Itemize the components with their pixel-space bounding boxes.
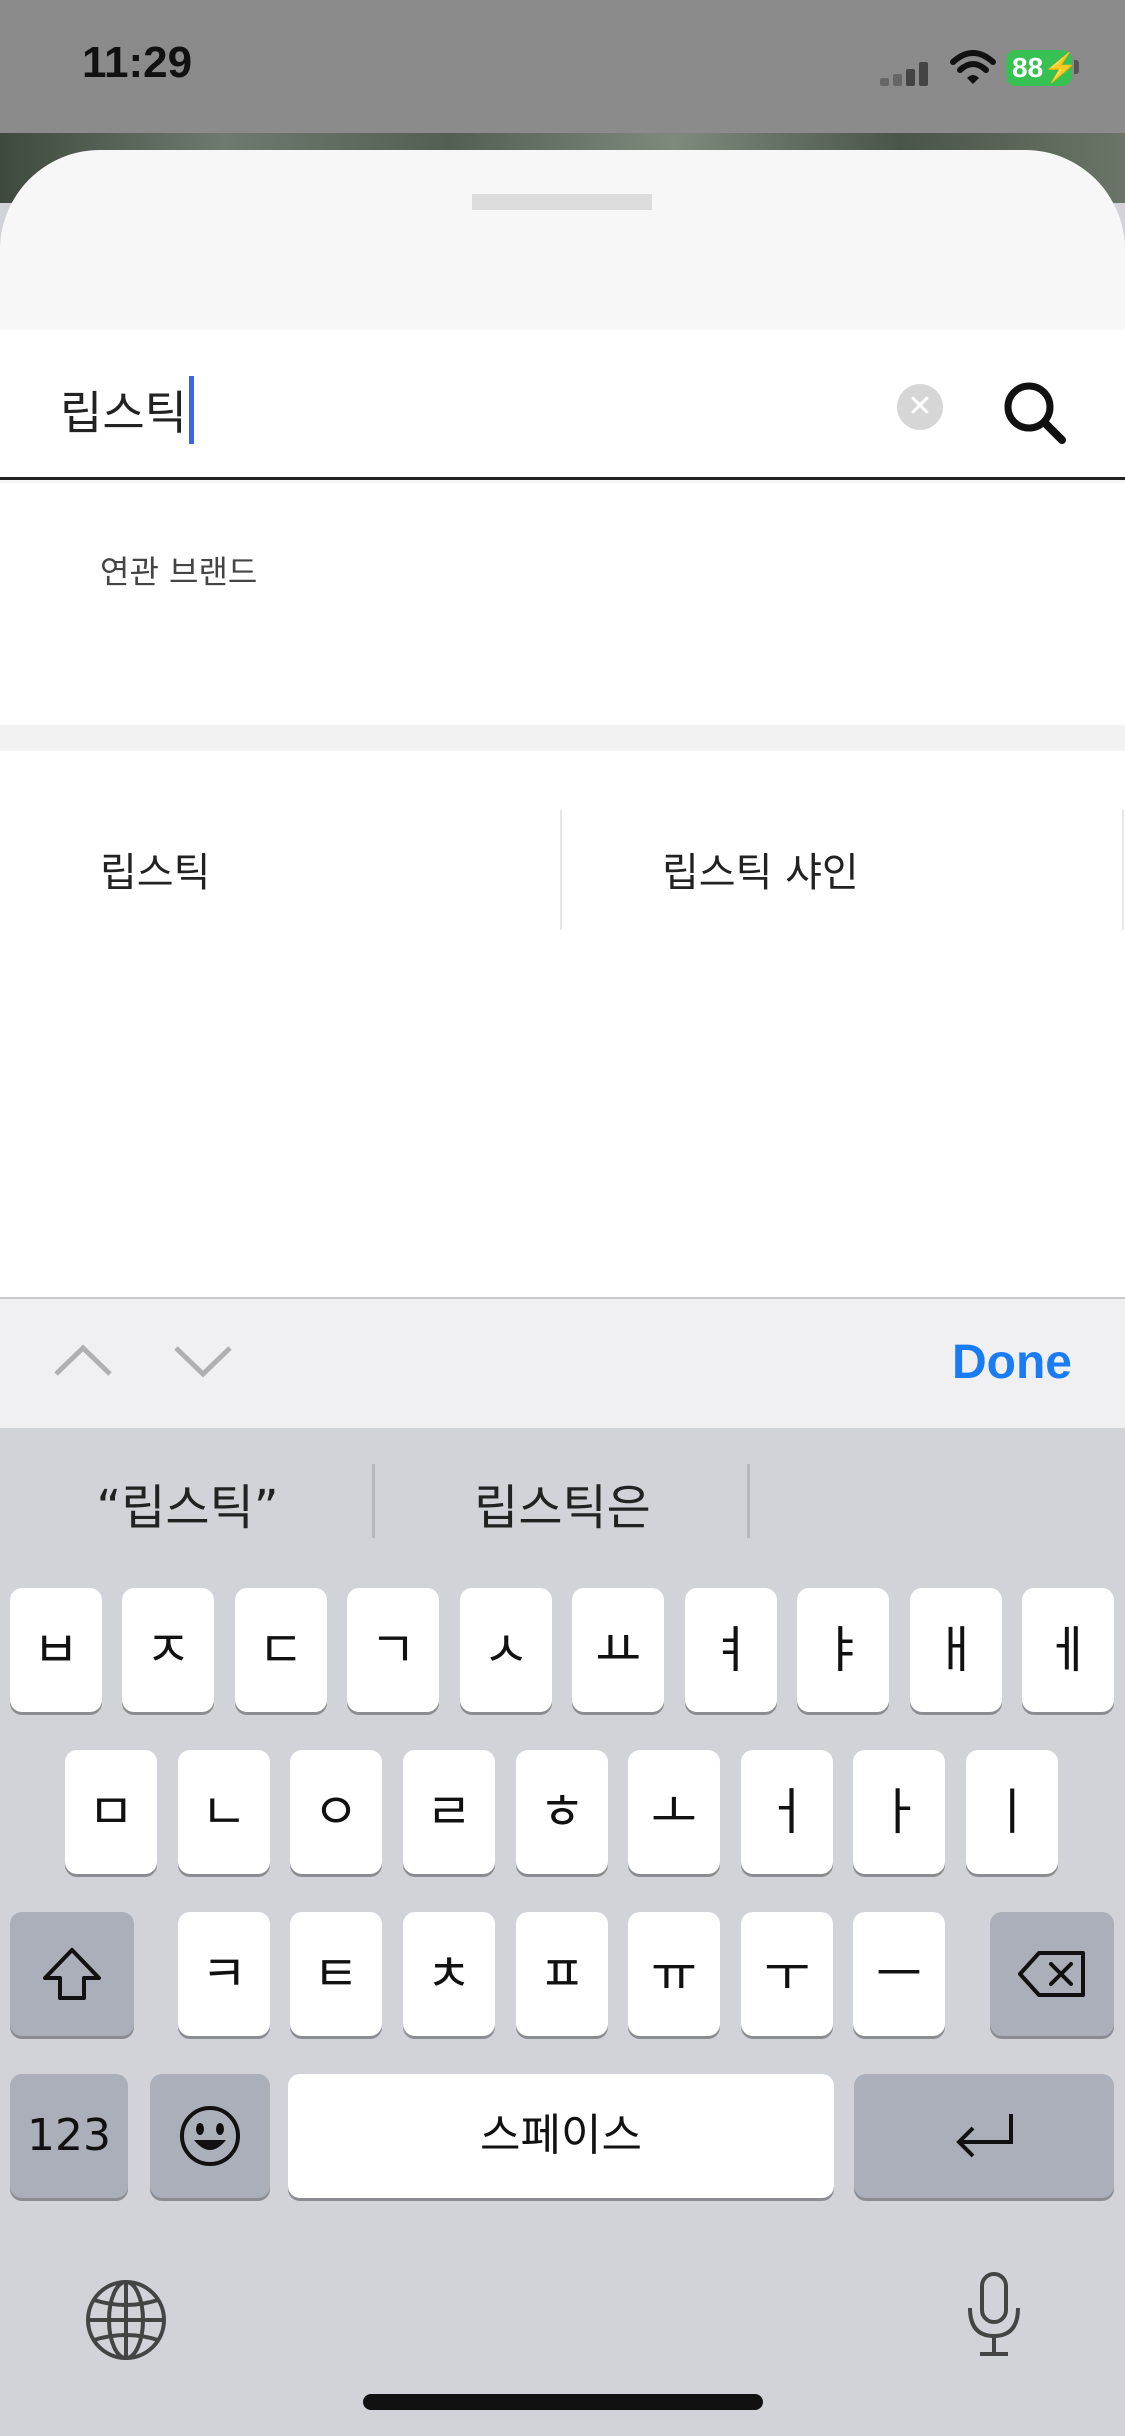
chevron-up-icon[interactable] [52,1340,114,1380]
numbers-key[interactable]: 123 [10,2074,128,2198]
key[interactable]: ㄹ [403,1750,495,1874]
key[interactable]: ㅇ [290,1750,382,1874]
related-brands-label: 연관 브랜드 [100,553,258,591]
prediction-divider [372,1464,375,1538]
prediction-item[interactable]: 립스틱은 [385,1468,740,1538]
battery-icon: 88⚡ [1006,50,1078,86]
cellular-signal-icon [880,60,932,86]
key[interactable]: ㅡ [853,1912,945,2036]
prediction-item[interactable]: “립스틱” [20,1468,355,1538]
suggestion-divider [1122,810,1124,930]
key[interactable]: ㅔ [1022,1588,1114,1712]
key[interactable]: ㅂ [10,1588,102,1712]
key[interactable]: ㅋ [178,1912,270,2036]
emoji-icon [180,2106,240,2166]
battery-tip [1074,60,1079,74]
status-time: 11:29 [82,38,193,87]
chevron-down-icon[interactable] [172,1342,234,1382]
suggestion-item[interactable]: 립스틱 [100,840,210,898]
key[interactable]: ㅓ [741,1750,833,1874]
text-caret [188,376,194,444]
key[interactable]: ㄱ [347,1588,439,1712]
key[interactable]: ㅎ [516,1750,608,1874]
key[interactable]: ㅣ [966,1750,1058,1874]
key[interactable]: ㅁ [65,1750,157,1874]
wifi-icon [950,50,996,84]
key[interactable]: ㅗ [628,1750,720,1874]
key[interactable]: ㅏ [853,1750,945,1874]
battery-level: 88 [1012,52,1044,83]
sheet-grabber[interactable] [472,194,652,210]
return-icon [956,2114,1013,2158]
key[interactable]: ㅠ [628,1912,720,2036]
key[interactable]: ㅌ [290,1912,382,2036]
key[interactable]: ㅐ [910,1588,1002,1712]
key[interactable]: ㅅ [460,1588,552,1712]
return-key[interactable] [854,2074,1114,2198]
key[interactable]: ㄴ [178,1750,270,1874]
key[interactable]: ㅜ [741,1912,833,2036]
emoji-key[interactable] [150,2074,270,2198]
globe-icon[interactable] [84,2278,168,2362]
key[interactable]: ㅕ [685,1588,777,1712]
search-query-text: 립스틱 [60,386,187,440]
done-button[interactable]: Done [952,1335,1072,1390]
shift-icon [43,1948,101,2000]
prediction-divider [747,1464,750,1538]
suggestion-item[interactable]: 립스틱 샤인 [662,840,859,898]
key[interactable]: ㅑ [797,1588,889,1712]
key[interactable]: ㅊ [403,1912,495,2036]
key[interactable]: ㅛ [572,1588,664,1712]
section-divider [0,725,1125,751]
key[interactable]: ㄷ [235,1588,327,1712]
microphone-icon[interactable] [964,2270,1024,2360]
space-key[interactable]: 스페이스 [288,2074,834,2198]
key[interactable]: ㅍ [516,1912,608,2036]
search-icon[interactable] [1000,378,1070,448]
clear-icon[interactable]: ✕ [897,384,943,430]
search-input[interactable]: 립스틱 [60,376,194,444]
home-indicator [363,2394,763,2410]
suggestion-divider [560,810,562,930]
related-brands-section [0,483,1125,725]
delete-key[interactable] [990,1912,1114,2036]
key[interactable]: ㅈ [122,1588,214,1712]
suggestion-list [0,751,1125,1297]
shift-key[interactable] [10,1912,134,2036]
backspace-icon [1018,1951,1085,1997]
